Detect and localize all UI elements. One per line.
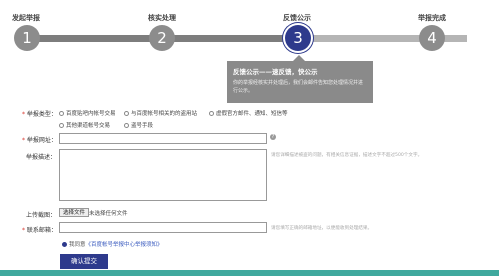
radio-icon <box>62 242 67 247</box>
agreement-link[interactable]: 《百度帐号举报中心举报须知》 <box>86 242 163 248</box>
type-option-tieba-trade[interactable]: 百度贴吧内帐号交易 <box>59 109 116 117</box>
step-1-circle: 1 <box>14 25 40 51</box>
email-input[interactable] <box>59 222 267 233</box>
step-3-circle: 3 <box>285 25 311 51</box>
radio-icon <box>124 111 129 116</box>
choose-file-button[interactable]: 选择文件 <box>59 208 90 217</box>
description-label: 举报描述： <box>26 154 57 161</box>
type-option-theft-site[interactable]: 与百度帐号相关的的盗用站 <box>124 109 197 117</box>
progress-steps: 发起举报 核实处理 反馈公示 举报完成 1 2 3 4 <box>0 0 499 60</box>
step-3-title: 反馈公示 <box>283 14 311 22</box>
submit-button[interactable]: 确认提交 <box>60 254 108 269</box>
agreement-prefix: 我同意 <box>69 242 86 248</box>
agreement-row[interactable]: 我同意《百度帐号举报中心举报须知》 <box>62 240 163 248</box>
step-2-circle: 2 <box>149 25 175 51</box>
radio-icon <box>59 123 64 128</box>
type-option-theft-method[interactable]: 盗号手段 <box>124 121 153 129</box>
report-url-label: * 举报网址： <box>22 137 57 144</box>
step-tooltip: 反馈公示——速反馈，快公示 你的举报经核实并处理后，我们会邮件告知您处理情况并进… <box>227 55 373 103</box>
step-4-circle: 4 <box>419 25 445 51</box>
email-hint: 请您填写正确的邮箱地址，以便能收到处理结果。 <box>271 226 373 231</box>
file-status-text: 未选择任何文件 <box>89 211 128 217</box>
step-2-title: 核实处理 <box>148 14 176 22</box>
footer-bar <box>0 270 499 276</box>
description-textarea[interactable] <box>59 149 267 201</box>
step-1-title: 发起举报 <box>12 14 40 22</box>
radio-icon <box>209 111 214 116</box>
screenshot-label: 上传截图： <box>26 212 57 219</box>
help-icon[interactable]: ? <box>270 134 276 140</box>
report-url-input[interactable] <box>59 133 267 144</box>
description-hint: 请您详细描述被盗的问题，有相关信息证据，描述文字不超过500个文字。 <box>271 153 423 158</box>
agreement-checkbox[interactable] <box>62 242 69 248</box>
step-4-title: 举报完成 <box>418 14 446 22</box>
report-type-label: * 举报类型： <box>22 111 57 118</box>
type-option-other-trade[interactable]: 其他渠道帐号交易 <box>59 121 110 129</box>
tooltip-body: 你的举报经核实并处理后，我们会邮件告知您处理情况并进行公示。 <box>233 80 364 94</box>
email-label: * 联系邮箱： <box>22 227 57 234</box>
tooltip-title: 反馈公示——速反馈，快公示 <box>233 68 318 76</box>
radio-icon <box>124 123 129 128</box>
type-option-fake-official[interactable]: 虚假官方邮件、通知、短信等 <box>209 109 288 117</box>
radio-icon <box>59 111 64 116</box>
